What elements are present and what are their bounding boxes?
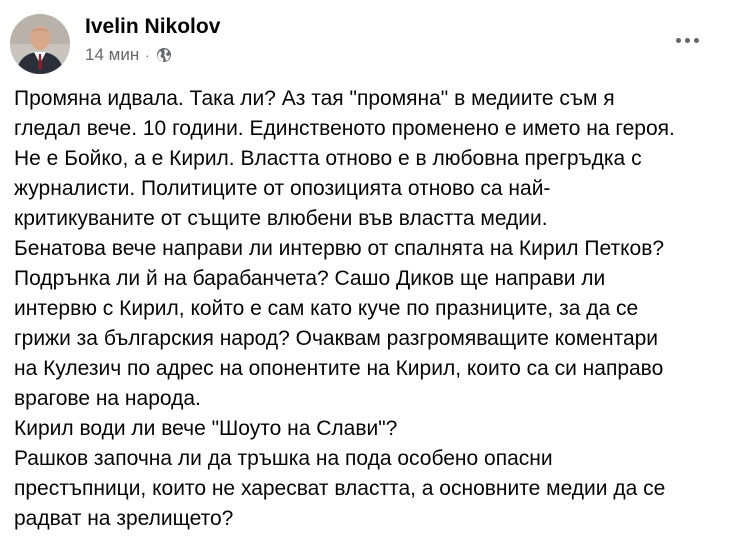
author-avatar[interactable] [10, 14, 70, 74]
author-name[interactable]: Ivelin Nikolov [85, 14, 220, 40]
more-options-button[interactable] [667, 22, 707, 58]
globe-icon[interactable] [156, 47, 172, 63]
facebook-post: Ivelin Nikolov 14 мин · Промяна идвала. … [0, 0, 731, 545]
post-text-line: на Кулезич по адрес на опонентите на Кир… [14, 357, 664, 380]
post-meta: 14 мин · [85, 44, 172, 66]
post-text-line: критикуваните от същите влюбени във влас… [14, 207, 548, 230]
post-text-line: врагове на народа. [14, 387, 201, 410]
post-text-line: престъпници, които не харесват властта, … [14, 477, 666, 500]
meta-separator: · [145, 47, 150, 63]
post-text-line: Кирил води ли вече "Шоуто на Слави"? [14, 417, 398, 440]
post-text-line: Промяна идвала. Така ли? Аз тая "промяна… [14, 87, 615, 110]
post-text-line: гледал вече. 10 години. Единственото про… [14, 117, 675, 140]
post-text: Промяна идвала. Така ли? Аз тая "промяна… [14, 84, 726, 534]
post-text-line: грижи за българския народ? Очаквам разгр… [14, 327, 659, 350]
post-timestamp[interactable]: 14 мин [85, 45, 139, 65]
post-text-line: Не е Бойко, а е Кирил. Властта отново е … [14, 147, 642, 170]
post-text-line: Рашков започна ли да тръшка на пода особ… [14, 447, 553, 470]
more-options-icon [675, 37, 681, 43]
post-text-line: интервю с Кирил, който е сам като куче п… [14, 297, 639, 320]
post-text-line: Подрънка ли й на барабанчета? Сашо Диков… [14, 267, 606, 290]
post-text-line: радват на зрелището? [14, 507, 234, 530]
post-text-line: Бенатова вече направи ли интервю от спал… [14, 237, 665, 260]
post-text-line: журналисти. Политиците от опозицията отн… [14, 177, 551, 200]
